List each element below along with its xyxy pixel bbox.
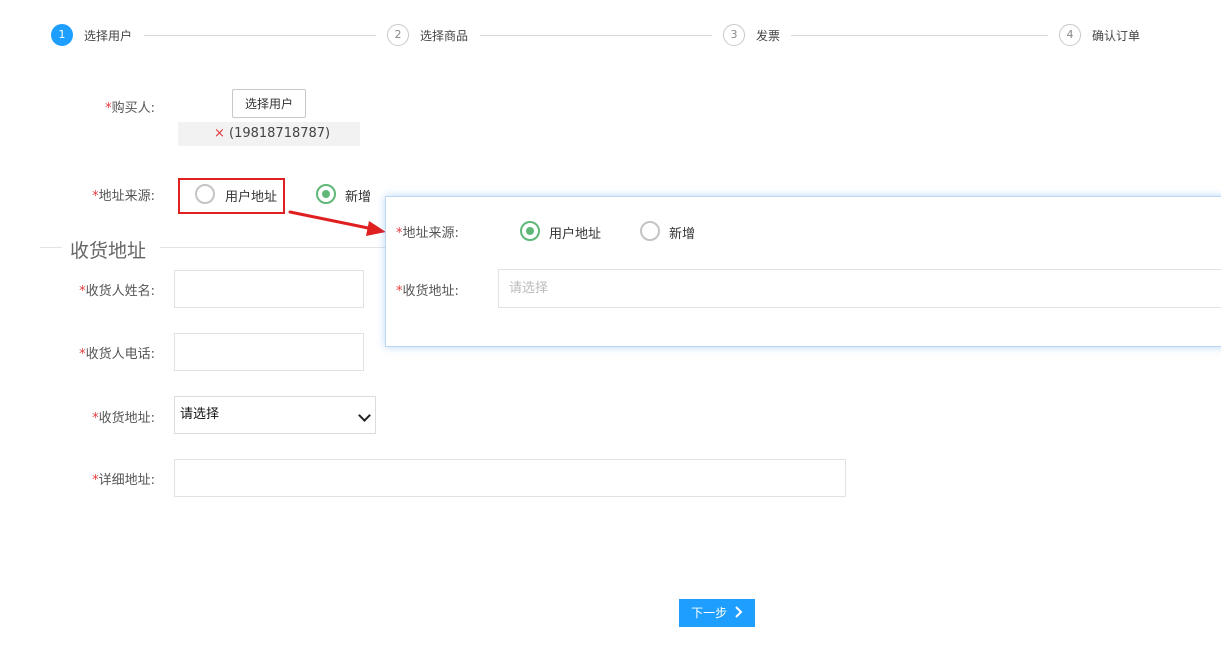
step-2-number: 2 [387, 24, 409, 46]
next-step-button[interactable]: 下一步 [679, 599, 755, 627]
step-4-label: 确认订单 [1092, 29, 1141, 43]
address-select-value: 请选择 [180, 407, 220, 422]
next-step-label: 下一步 [691, 606, 728, 620]
address-label: *收货地址: [40, 407, 155, 426]
popup-address-source-label-text: 地址来源: [402, 226, 459, 241]
popup-address-label: *收货地址: [396, 280, 481, 299]
popup-address-source-label: *地址来源: [396, 222, 481, 241]
section-divider [160, 247, 385, 248]
selected-user-chip: × (19818718787) [178, 122, 360, 146]
step-3-number: 3 [723, 24, 745, 46]
receiver-phone-label-text: 收货人电话: [85, 347, 155, 362]
receiver-name-label: *收货人姓名: [40, 280, 155, 299]
radio-new-address-label[interactable]: 新增 [345, 186, 371, 205]
section-divider [40, 247, 62, 248]
popup-address-label-text: 收货地址: [402, 284, 459, 299]
detail-address-input[interactable] [174, 459, 846, 497]
popup-address-input[interactable] [498, 269, 1221, 308]
address-source-popup: *地址来源: 用户地址 新增 *收货地址: [385, 196, 1221, 347]
annotation-arrow-icon [288, 210, 386, 236]
receiver-phone-label: *收货人电话: [40, 343, 155, 362]
chevron-right-icon [735, 606, 743, 618]
receiver-name-input[interactable] [174, 270, 364, 308]
step-1-label: 选择用户 [84, 29, 133, 43]
step-connector [791, 35, 1048, 36]
section-title: 收货地址 [70, 240, 147, 262]
selected-user-phone: (19818718787) [229, 126, 331, 141]
address-source-label-text: 地址来源: [98, 189, 155, 204]
step-2-label: 选择商品 [420, 29, 469, 43]
detail-address-label-text: 详细地址: [98, 473, 155, 488]
address-select[interactable]: 请选择 [174, 396, 376, 434]
annotation-highlight-box [178, 178, 285, 214]
popup-radio-user-address[interactable] [520, 221, 540, 241]
remove-user-icon[interactable]: × [214, 122, 225, 146]
popup-radio-new-address[interactable] [640, 221, 660, 241]
step-connector [480, 35, 712, 36]
receiver-phone-input[interactable] [174, 333, 364, 371]
step-connector [144, 35, 376, 36]
select-user-button[interactable]: 选择用户 [232, 89, 306, 118]
address-source-label: *地址来源: [60, 185, 155, 204]
chevron-down-icon [358, 409, 371, 422]
detail-address-label: *详细地址: [40, 469, 155, 488]
receiver-name-label-text: 收货人姓名: [85, 284, 155, 299]
popup-radio-user-address-label[interactable]: 用户地址 [549, 223, 601, 242]
buyer-label: *购买人: [60, 97, 155, 116]
step-3-label: 发票 [756, 29, 781, 43]
popup-radio-new-address-label[interactable]: 新增 [669, 223, 695, 242]
radio-new-address[interactable] [316, 184, 336, 204]
buyer-label-text: 购买人: [111, 101, 155, 116]
address-label-text: 收货地址: [98, 411, 155, 426]
step-4-number: 4 [1059, 24, 1081, 46]
step-1-number: 1 [51, 24, 73, 46]
